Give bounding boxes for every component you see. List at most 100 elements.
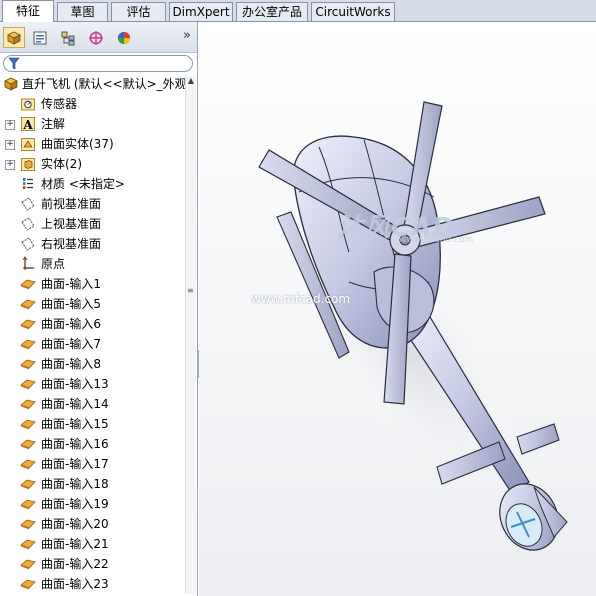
feature-tree: 直升飞机 (默认<<默认>_外观传感器 + A 注解 + 曲面实体(37) + 实体(2) 材质… [0, 74, 186, 596]
tree-item[interactable]: 曲面-输入1 [0, 274, 186, 294]
tab-evaluate[interactable]: 评估 [111, 2, 166, 21]
imported-surface-icon [20, 316, 36, 332]
configuration-manager-icon[interactable] [57, 27, 79, 48]
tree-item[interactable]: 曲面-输入19 [0, 494, 186, 514]
imported-surface-icon [20, 376, 36, 392]
expand-toggle-icon[interactable]: + [5, 140, 15, 150]
tree-scrollbar[interactable]: ≡ [185, 76, 196, 594]
imported-surface-icon [20, 536, 36, 552]
imported-surface-icon [20, 396, 36, 412]
tree-item-label: 曲面-输入6 [41, 317, 101, 331]
tree-item-label: 曲面-输入1 [41, 277, 101, 291]
helicopter-model [258, 101, 568, 551]
imported-surface-icon [20, 276, 36, 292]
tree-item-label: 上视基准面 [41, 217, 102, 231]
expand-toggle-icon[interactable]: + [5, 120, 15, 130]
tree-item-label: 材质 <未指定> [41, 177, 125, 191]
tree-item[interactable]: 前视基准面 [0, 194, 186, 214]
tree-item[interactable]: 曲面-输入22 [0, 554, 186, 574]
svg-text:A: A [22, 118, 33, 132]
tree-item[interactable]: 曲面-输入23 [0, 574, 186, 594]
imported-surface-icon [20, 336, 36, 352]
tree-item-label: 实体(2) [41, 157, 82, 171]
tree-item-label: 直升飞机 (默认<<默认>_外观 [22, 77, 186, 91]
watermark-small-url: www.mfcad.com [399, 235, 474, 245]
tree-item[interactable]: 曲面-输入21 [0, 534, 186, 554]
tree-item-label: 曲面-输入22 [41, 557, 109, 571]
tree-item[interactable]: 曲面-输入8 [0, 354, 186, 374]
scroll-up-arrow-icon[interactable]: ▲ [186, 76, 196, 86]
tree-item[interactable]: 右视基准面 [0, 234, 186, 254]
tree-item-label: 曲面-输入19 [41, 497, 109, 511]
sensor-folder-icon [20, 96, 36, 112]
filter-funnel-icon [8, 57, 20, 70]
tree-item[interactable]: 曲面-输入17 [0, 454, 186, 474]
tree-item[interactable]: 曲面-输入18 [0, 474, 186, 494]
imported-surface-icon [20, 356, 36, 372]
tree-item[interactable]: 原点 [0, 254, 186, 274]
annotation-icon: A [20, 116, 36, 132]
surface-bodies-folder-icon [20, 136, 36, 152]
command-manager-tabs: 特征 草图 评估 DimXpert 办公室产品 CircuitWorks [0, 0, 596, 22]
feature-manager-icon[interactable] [3, 27, 25, 48]
tree-item-label: 曲面-输入7 [41, 337, 101, 351]
plane-icon [20, 196, 36, 212]
more-tabs-chevron-icon[interactable]: » [183, 28, 191, 43]
tree-item-label: 原点 [41, 257, 66, 271]
imported-surface-icon [20, 476, 36, 492]
origin-icon [20, 256, 36, 272]
tree-item[interactable]: 曲面-输入20 [0, 514, 186, 534]
graphics-viewport[interactable]: 沐风CAD www.mfcad.com www.mfcad.com [199, 22, 596, 596]
imported-surface-icon [20, 416, 36, 432]
tree-item[interactable]: 曲面-输入15 [0, 414, 186, 434]
expand-toggle-icon[interactable]: + [5, 160, 15, 170]
tree-item[interactable]: + 曲面实体(37) [0, 134, 186, 154]
tree-item-label: 曲面实体(37) [41, 137, 114, 151]
tree-item-label: 曲面-输入18 [41, 477, 109, 491]
tree-item[interactable]: 曲面-输入5 [0, 294, 186, 314]
imported-surface-icon [20, 436, 36, 452]
tree-item[interactable]: 曲面-输入16 [0, 434, 186, 454]
tab-office-products[interactable]: 办公室产品 [236, 2, 308, 21]
tab-circuitworks[interactable]: CircuitWorks [311, 2, 395, 21]
manager-toolbar: » [0, 22, 197, 53]
tree-item[interactable]: + 实体(2) [0, 154, 186, 174]
plane-icon [20, 236, 36, 252]
tree-item-label: 曲面-输入8 [41, 357, 101, 371]
tree-item[interactable]: 曲面-输入13 [0, 374, 186, 394]
scrollbar-grip-icon[interactable]: ≡ [187, 286, 194, 296]
property-manager-icon[interactable] [29, 27, 51, 48]
tab-sketch[interactable]: 草图 [57, 2, 108, 21]
imported-surface-icon [20, 556, 36, 572]
tree-item-label: 传感器 [41, 97, 78, 111]
tree-item[interactable]: 曲面-输入7 [0, 334, 186, 354]
plane-icon [20, 216, 36, 232]
feature-manager-panel: » 直升飞机 (默认<<默认>_外观传感器 + A 注解 + 曲面实体(37) + 实体(2)… [0, 22, 198, 596]
tree-item[interactable]: 曲面-输入14 [0, 394, 186, 414]
tree-root-part[interactable]: 直升飞机 (默认<<默认>_外观 [0, 74, 186, 94]
tree-item-label: 曲面-输入23 [41, 577, 109, 591]
imported-surface-icon [20, 576, 36, 592]
tree-item[interactable]: 上视基准面 [0, 214, 186, 234]
imported-surface-icon [20, 456, 36, 472]
tree-item-label: 曲面-输入14 [41, 397, 109, 411]
tree-item[interactable]: 曲面-输入6 [0, 314, 186, 334]
tree-item-label: 曲面-输入15 [41, 417, 109, 431]
filter-box[interactable] [3, 55, 193, 72]
tree-item-label: 注解 [41, 117, 66, 131]
part-icon [3, 76, 19, 92]
tree-item[interactable]: 传感器 [0, 94, 186, 114]
display-manager-icon[interactable] [113, 27, 135, 48]
tree-item-label: 曲面-输入13 [41, 377, 109, 391]
tree-item[interactable]: + A 注解 [0, 114, 186, 134]
tab-dimxpert[interactable]: DimXpert [169, 2, 233, 21]
tab-features[interactable]: 特征 [2, 0, 54, 22]
watermark-url: www.mfcad.com [251, 292, 351, 306]
tree-item-label: 曲面-输入5 [41, 297, 101, 311]
solid-bodies-folder-icon [20, 156, 36, 172]
tree-item-label: 曲面-输入21 [41, 537, 109, 551]
tree-item[interactable]: 材质 <未指定> [0, 174, 186, 194]
dimxpert-manager-icon[interactable] [85, 27, 107, 48]
material-icon [20, 176, 36, 192]
imported-surface-icon [20, 496, 36, 512]
